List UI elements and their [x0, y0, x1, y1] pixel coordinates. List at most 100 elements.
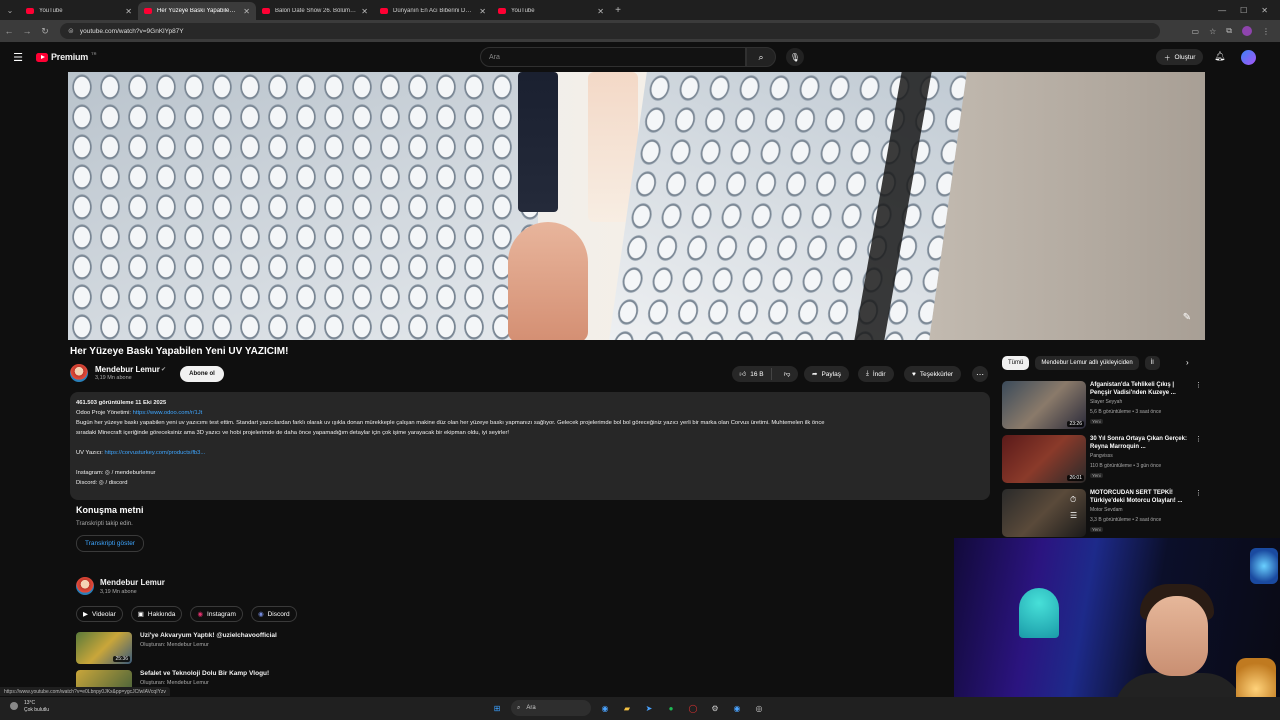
channel-avatar[interactable]: [70, 364, 88, 382]
youtube-favicon-icon: [144, 8, 152, 14]
close-tab-icon[interactable]: ✕: [597, 7, 604, 16]
video-thumbnail[interactable]: 25:36: [76, 632, 132, 664]
channel-name[interactable]: Mendebur Lemur: [95, 365, 160, 374]
maximize-icon[interactable]: ☐: [1240, 6, 1247, 15]
video-thumbnail[interactable]: [76, 670, 132, 688]
player-corner-icon[interactable]: ✎: [1179, 312, 1195, 328]
video-title[interactable]: MOTORCUDAN SERT TEPKİ! Türkiye'deki Moto…: [1090, 489, 1190, 505]
dislike-button[interactable]: 👎︎: [776, 370, 798, 378]
close-tab-icon[interactable]: ✕: [479, 7, 486, 16]
taskbar-search[interactable]: ⌕ Ara: [511, 700, 591, 716]
chrome-icon[interactable]: ◉: [597, 700, 613, 716]
site-info-icon[interactable]: ⊜: [68, 27, 74, 35]
thanks-button[interactable]: ♥ Teşekkürler: [904, 366, 962, 382]
voice-search-button[interactable]: 🎙: [786, 48, 804, 66]
settings-icon[interactable]: ⚙: [707, 700, 723, 716]
show-transcript-button[interactable]: Transkripti göster: [76, 535, 144, 552]
like-button[interactable]: 👍︎ 16 B: [732, 368, 772, 380]
more-actions-button[interactable]: ⋯: [972, 366, 988, 382]
add-to-queue-icon[interactable]: ☰: [1070, 511, 1077, 520]
browser-tab[interactable]: Balon Date Show 26. Bölüm - Y ✕: [256, 2, 374, 20]
chrome-active-icon[interactable]: ◉: [729, 700, 745, 716]
more-vert-icon[interactable]: ⋮: [1195, 435, 1202, 443]
create-button[interactable]: ＋ Oluştur: [1156, 49, 1204, 65]
browser-tab[interactable]: Dünyanın En Acı Biberini Deneı ✕: [374, 2, 492, 20]
recommendation-item[interactable]: 26:01 30 Yıl Sonra Ortaya Çıkan Gerçek: …: [1002, 435, 1202, 483]
channel-video-item[interactable]: Sefalet ve Teknoloji Dolu Bir Kamp Vlogu…: [76, 670, 576, 688]
opera-icon[interactable]: ◯: [685, 700, 701, 716]
youtube-premium-logo[interactable]: Premium TR: [36, 51, 96, 62]
share-button[interactable]: ➦ Paylaş: [804, 366, 849, 382]
chip-all[interactable]: Tümü: [1002, 356, 1030, 370]
recommendation-item[interactable]: 23:26 Afganistan'da Tehlikeli Çıkış | Pe…: [1002, 381, 1202, 429]
webcam-background-light: [1250, 548, 1278, 584]
video-title[interactable]: Uzi'ye Akvaryum Yaptık! @uzielchavooffic…: [140, 632, 277, 639]
discord-value[interactable]: / discord: [106, 480, 128, 486]
video-title[interactable]: 30 Yıl Sonra Ortaya Çıkan Gerçek: Reyna …: [1090, 435, 1190, 451]
search-button[interactable]: ⌕: [746, 47, 776, 67]
video-thumbnail[interactable]: ⏱ ☰: [1002, 489, 1086, 537]
channel-subscribers: 3,19 Mn abone: [95, 375, 132, 381]
file-explorer-icon[interactable]: ▰: [619, 700, 635, 716]
close-tab-icon[interactable]: ✕: [243, 7, 250, 16]
subscribe-button[interactable]: Abone ol: [180, 366, 224, 382]
extensions-icon[interactable]: ⧉: [1226, 26, 1232, 36]
uv-link[interactable]: https://corvusturkey.com/products/fb3...: [104, 450, 205, 456]
description-box[interactable]: 461.503 görüntüleme 11 Eki 2025 Odoo Pro…: [70, 392, 990, 500]
odoo-label: Odoo Proje Yönetimi:: [76, 410, 133, 416]
close-tab-icon[interactable]: ✕: [125, 7, 132, 16]
video-channel[interactable]: Motor Sevdam: [1090, 507, 1123, 513]
profile-avatar-icon[interactable]: [1242, 26, 1252, 36]
cast-icon[interactable]: ▭: [1192, 27, 1200, 36]
browser-tab[interactable]: YouTube ✕: [492, 2, 610, 20]
channel-tab-instagram[interactable]: ◉ Instagram: [190, 606, 243, 622]
notifications-bell-icon[interactable]: 🔔︎: [1214, 51, 1225, 62]
more-vert-icon[interactable]: ⋮: [1195, 381, 1202, 389]
account-avatar[interactable]: [1241, 50, 1256, 65]
spotify-icon[interactable]: ●: [663, 700, 679, 716]
download-button[interactable]: ⤓ İndir: [858, 366, 894, 382]
windows-start-icon[interactable]: ⊞: [489, 700, 505, 716]
browser-menu-icon[interactable]: ⋮: [1262, 27, 1270, 36]
minimize-icon[interactable]: —: [1218, 6, 1226, 15]
webcam-background-art: [1019, 588, 1059, 638]
back-icon[interactable]: ←: [0, 26, 18, 36]
forward-icon[interactable]: →: [18, 26, 36, 36]
video-thumbnail[interactable]: 26:01: [1002, 435, 1086, 483]
video-channel[interactable]: Slayer Seyyah: [1090, 399, 1122, 405]
channel-tab-discord[interactable]: ◉ Discord: [250, 606, 297, 622]
thumbs-up-icon: 👍︎: [739, 371, 747, 378]
weather-widget[interactable]: 13°C Çok bulutlu: [10, 700, 49, 714]
url-field[interactable]: ⊜ youtube.com/watch?v=9GnKlYp87Y: [60, 23, 1160, 39]
watch-later-icon[interactable]: ⏱: [1070, 495, 1076, 505]
app-icon[interactable]: ◎: [751, 700, 767, 716]
odoo-link[interactable]: https://www.odoo.com/r/1Jt: [133, 410, 203, 416]
video-player[interactable]: ✎: [68, 72, 1205, 340]
close-window-icon[interactable]: ✕: [1261, 6, 1268, 15]
chip-related[interactable]: İl: [1144, 356, 1160, 370]
tab-search-icon[interactable]: ⌄: [0, 0, 20, 20]
chips-next-chevron-icon[interactable]: ›: [1186, 358, 1189, 367]
search-input[interactable]: Ara: [480, 47, 746, 67]
channel-avatar[interactable]: [76, 577, 94, 595]
video-title[interactable]: Sefalet ve Teknoloji Dolu Bir Kamp Vlogu…: [140, 670, 269, 677]
close-tab-icon[interactable]: ✕: [361, 7, 368, 16]
recommendation-item[interactable]: ⏱ ☰ MOTORCUDAN SERT TEPKİ! Türkiye'deki …: [1002, 489, 1202, 537]
channel-tab-videos[interactable]: ▶ Videolar: [76, 606, 123, 622]
channel-tab-about[interactable]: ▣ Hakkında: [130, 606, 183, 622]
chip-from-uploader[interactable]: Mendebur Lemur adlı yükleyiciden: [1035, 356, 1139, 370]
channel-name[interactable]: Mendebur Lemur: [100, 578, 165, 587]
browser-tab-active[interactable]: Her Yüzeye Baskı Yapabilen Ye ✕: [138, 2, 256, 20]
reload-icon[interactable]: ↻: [36, 26, 54, 37]
browser-tab[interactable]: YouTube ✕: [20, 2, 138, 20]
instagram-value[interactable]: / mendeburlemur: [112, 470, 156, 476]
menu-icon[interactable]: ☰: [0, 51, 36, 64]
bookmark-star-icon[interactable]: ☆: [1209, 27, 1216, 36]
more-vert-icon[interactable]: ⋮: [1195, 489, 1202, 497]
video-title[interactable]: Afganistan'da Tehlikeli Çıkış | Pençşir …: [1090, 381, 1190, 397]
video-channel[interactable]: Pangvisss: [1090, 453, 1113, 459]
channel-video-item[interactable]: 25:36 Uzi'ye Akvaryum Yaptık! @uzielchav…: [76, 632, 576, 664]
new-tab-button[interactable]: +: [610, 5, 626, 16]
video-thumbnail[interactable]: 23:26: [1002, 381, 1086, 429]
telegram-icon[interactable]: ➤: [641, 700, 657, 716]
